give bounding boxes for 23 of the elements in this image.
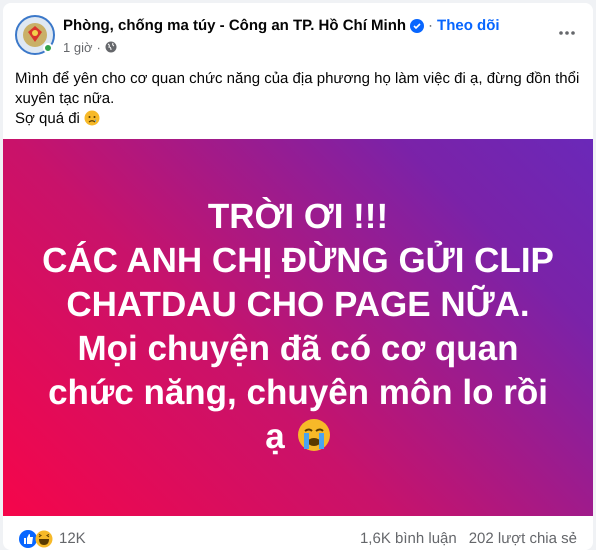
reaction-count[interactable]: 12K (59, 528, 86, 550)
banner-text: CHATDAU CHO PAGE NỮA. (66, 285, 530, 324)
emblem-icon (22, 22, 48, 48)
post-text: Mình để yên cho cơ quan chức năng của địa phương họ làm việc đi ạ, đừng đồn thổi xuyên tạc nữa. (15, 69, 580, 109)
avatar[interactable] (15, 15, 55, 55)
like-icon[interactable] (19, 530, 37, 548)
banner-text: Mọi chuyện đã có cơ quan (77, 329, 519, 368)
follow-link[interactable]: Theo dõi (437, 15, 500, 38)
dot-separator: · (96, 38, 101, 56)
share-count[interactable]: 202 lượt chia sẻ (468, 528, 577, 550)
separator-dot: · (428, 16, 434, 36)
crying-face-icon (296, 418, 331, 452)
post-time[interactable]: 1 giờ (63, 38, 92, 57)
banner-text: CÁC ANH CHỊ ĐỪNG GỬI CLIP (42, 241, 554, 280)
banner-text: chức năng, chuyên môn lo rồi (48, 373, 548, 412)
author-name[interactable]: Phòng, chống ma túy - Công an TP. Hồ Chí Minh (63, 15, 406, 38)
laughing-face-icon[interactable] (35, 530, 53, 548)
post-text: Sợ quá đi (15, 110, 80, 127)
sad-face-icon (84, 110, 100, 126)
comment-count[interactable]: 1,6K bình luận (360, 528, 457, 550)
globe-icon (104, 41, 117, 54)
banner-text: ạ (265, 417, 285, 456)
banner-text: TRỜI ƠI !!! (208, 197, 388, 236)
